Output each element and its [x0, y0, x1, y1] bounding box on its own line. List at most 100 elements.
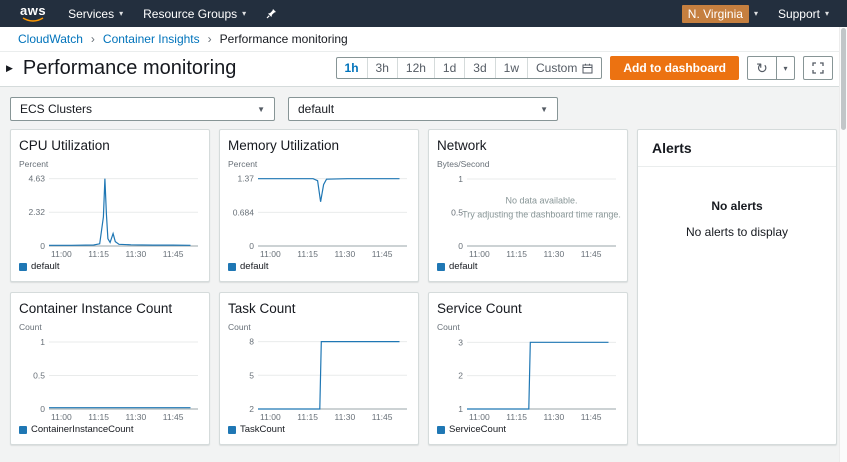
chart-card-memory-utilization: Memory Utilization Percent 00.6841.3711:… — [219, 129, 419, 282]
breadcrumb-cloudwatch[interactable]: CloudWatch — [18, 32, 83, 46]
nav-resource-groups[interactable]: Resource Groups ▾ — [133, 0, 256, 27]
legend-label: default — [449, 261, 478, 272]
chevron-down-icon: ▼ — [540, 105, 548, 114]
svg-text:1: 1 — [40, 337, 45, 347]
time-range-3d[interactable]: 3d — [464, 58, 494, 78]
header-controls: 1h 3h 12h 1d 3d 1w Custom Add to dashboa… — [336, 56, 833, 80]
svg-text:11:00: 11:00 — [469, 412, 490, 422]
svg-text:11:00: 11:00 — [469, 249, 490, 259]
page-title: Performance monitoring — [23, 57, 236, 80]
legend-label: ContainerInstanceCount — [31, 424, 133, 435]
chart-title: Memory Utilization — [228, 138, 410, 153]
svg-text:0.5: 0.5 — [33, 371, 45, 381]
chart-legend: ContainerInstanceCount — [19, 424, 201, 435]
chart-unit-label: Percent — [19, 159, 201, 169]
cluster-type-value: ECS Clusters — [20, 102, 92, 116]
breadcrumb-separator: › — [91, 32, 95, 46]
chart-legend: TaskCount — [228, 424, 410, 435]
legend-label: ServiceCount — [449, 424, 506, 435]
chart-unit-label: Percent — [228, 159, 410, 169]
no-alerts-title: No alerts — [638, 199, 836, 213]
legend-swatch — [228, 426, 236, 434]
breadcrumb: CloudWatch › Container Insights › Perfor… — [0, 27, 847, 52]
svg-text:11:30: 11:30 — [335, 249, 356, 259]
chevron-down-icon: ▼ — [257, 105, 265, 114]
svg-text:11:30: 11:30 — [126, 249, 147, 259]
cluster-value: default — [298, 102, 334, 116]
nav-services[interactable]: Services ▾ — [58, 0, 133, 27]
svg-text:0.684: 0.684 — [233, 207, 255, 217]
svg-text:11:00: 11:00 — [260, 412, 281, 422]
nav-support-label: Support — [778, 7, 820, 21]
fullscreen-button[interactable] — [803, 56, 833, 80]
svg-text:1.37: 1.37 — [237, 174, 254, 184]
time-range-1w[interactable]: 1w — [495, 58, 527, 78]
chart-title: Network — [437, 138, 619, 153]
legend-swatch — [437, 263, 445, 271]
legend-label: default — [240, 261, 269, 272]
refresh-button[interactable]: ↻ — [747, 56, 777, 80]
svg-text:Try adjusting the dashboard ti: Try adjusting the dashboard time range. — [462, 210, 621, 220]
chevron-down-icon: ▾ — [754, 9, 758, 18]
svg-text:11:45: 11:45 — [163, 412, 184, 422]
nav-resource-groups-label: Resource Groups — [143, 7, 237, 21]
add-to-dashboard-button[interactable]: Add to dashboard — [610, 56, 739, 80]
svg-text:1: 1 — [458, 404, 463, 414]
svg-text:1: 1 — [458, 174, 463, 184]
svg-text:11:30: 11:30 — [126, 412, 147, 422]
scrollbar-thumb[interactable] — [841, 28, 846, 130]
nav-support[interactable]: Support ▾ — [768, 0, 839, 27]
sidebar-expand-icon[interactable]: ▶ — [6, 63, 13, 74]
chart-unit-label: Count — [228, 322, 410, 332]
cluster-type-select[interactable]: ECS Clusters ▼ — [10, 97, 275, 121]
time-range-12h[interactable]: 12h — [397, 58, 434, 78]
cpu-utilization-chart: 02.324.6311:0011:1511:3011:45 — [19, 171, 203, 259]
svg-text:11:00: 11:00 — [51, 412, 72, 422]
vertical-scrollbar[interactable] — [839, 27, 847, 462]
svg-text:11:45: 11:45 — [581, 249, 602, 259]
dashboard-grid: CPU Utilization Percent 02.324.6311:0011… — [0, 121, 847, 445]
svg-text:0: 0 — [458, 241, 463, 251]
aws-logo-text: aws — [20, 5, 46, 17]
network-chart: 00.5111:0011:1511:3011:45No data availab… — [437, 171, 621, 259]
page-header: ▶ Performance monitoring 1h 3h 12h 1d 3d… — [0, 52, 847, 87]
pin-button[interactable] — [256, 0, 287, 27]
svg-text:5: 5 — [249, 370, 254, 380]
chart-title: Task Count — [228, 301, 410, 316]
breadcrumb-container-insights[interactable]: Container Insights — [103, 32, 200, 46]
chart-card-task-count: Task Count Count 25811:0011:1511:3011:45… — [219, 292, 419, 445]
chart-card-cpu-utilization: CPU Utilization Percent 02.324.6311:0011… — [10, 129, 210, 282]
chart-legend: default — [228, 261, 410, 272]
aws-logo[interactable]: aws — [8, 5, 58, 22]
container-instance-count-chart: 00.5111:0011:1511:3011:45 — [19, 334, 203, 422]
nav-region[interactable]: N. Virginia ▾ — [672, 0, 768, 27]
chart-legend: default — [437, 261, 619, 272]
chart-title: CPU Utilization — [19, 138, 201, 153]
nav-services-label: Services — [68, 7, 114, 21]
svg-text:11:00: 11:00 — [51, 249, 72, 259]
svg-text:11:45: 11:45 — [372, 249, 393, 259]
time-range-1d[interactable]: 1d — [434, 58, 464, 78]
legend-swatch — [228, 263, 236, 271]
time-range-1h[interactable]: 1h — [337, 58, 367, 78]
cluster-select[interactable]: default ▼ — [288, 97, 558, 121]
breadcrumb-separator: › — [208, 32, 212, 46]
time-range-custom[interactable]: Custom — [527, 58, 601, 78]
refresh-options-button[interactable]: ▾ — [777, 56, 795, 80]
svg-text:11:15: 11:15 — [297, 249, 318, 259]
svg-text:11:30: 11:30 — [335, 412, 356, 422]
pin-icon — [266, 8, 277, 19]
svg-text:8: 8 — [249, 337, 254, 347]
task-count-chart: 25811:0011:1511:3011:45 — [228, 334, 412, 422]
svg-text:2: 2 — [458, 371, 463, 381]
alerts-panel: Alerts No alerts No alerts to display — [637, 129, 837, 445]
legend-swatch — [19, 263, 27, 271]
legend-swatch — [437, 426, 445, 434]
legend-label: default — [31, 261, 60, 272]
refresh-split-button: ↻ ▾ — [747, 56, 795, 80]
memory-utilization-chart: 00.6841.3711:0011:1511:3011:45 — [228, 171, 412, 259]
aws-smile-icon — [22, 17, 44, 22]
time-range-3h[interactable]: 3h — [367, 58, 397, 78]
service-count-chart: 12311:0011:1511:3011:45 — [437, 334, 621, 422]
no-alerts-text: No alerts to display — [638, 225, 836, 239]
